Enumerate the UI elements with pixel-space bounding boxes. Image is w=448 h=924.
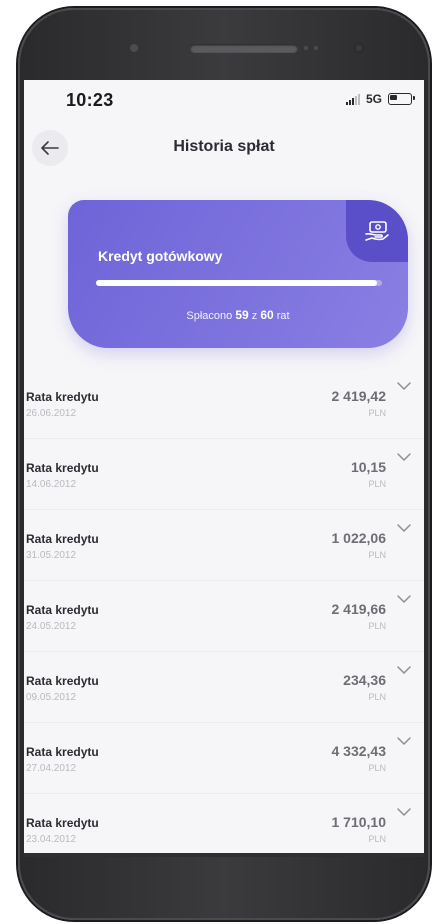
repayment-progress-text: Spłacono 59 z 60 rat — [186, 308, 290, 322]
network-type: 5G — [365, 92, 382, 106]
payment-title: Rata kredytu — [26, 390, 99, 404]
page-title: Historia spłat — [173, 138, 275, 155]
payment-date: 27.04.2012 — [26, 763, 77, 774]
earpiece-speaker — [190, 44, 298, 53]
payment-currency: PLN — [368, 621, 386, 631]
front-camera — [353, 42, 365, 54]
payment-currency: PLN — [368, 834, 386, 844]
payment-currency: PLN — [368, 479, 386, 489]
chevron-down-icon[interactable] — [396, 520, 412, 536]
payment-title: Rata kredytu — [26, 816, 99, 830]
payment-date: 26.06.2012 — [26, 408, 77, 419]
chevron-down-icon[interactable] — [396, 733, 412, 749]
payment-title: Rata kredytu — [26, 674, 99, 688]
app-screen: 10:23 5G Historia spłat Kredyt gotówkowy — [24, 80, 424, 853]
payment-amount: 1 022,06 — [331, 530, 387, 546]
payment-row[interactable]: Rata kredytu 26.06.2012 2 419,42 PLN — [24, 368, 424, 439]
payment-date: 09.05.2012 — [26, 692, 77, 703]
status-time: 10:23 — [66, 90, 114, 110]
payment-currency: PLN — [368, 692, 386, 702]
payment-row[interactable]: Rata kredytu 31.05.2012 1 022,06 PLN — [24, 510, 424, 581]
payment-row[interactable]: Rata kredytu 27.04.2012 4 332,43 PLN — [24, 723, 424, 794]
payment-amount: 2 419,66 — [331, 601, 387, 617]
payment-amount: 234,36 — [343, 672, 386, 688]
repayment-progress-fill — [96, 280, 378, 286]
payment-title: Rata kredytu — [26, 603, 99, 617]
loan-card[interactable]: Kredyt gotówkowy Spłacono 59 z 60 rat — [68, 200, 408, 348]
payment-currency: PLN — [368, 408, 386, 418]
payment-row[interactable]: Rata kredytu 23.04.2012 1 710,10 PLN — [24, 794, 424, 853]
payment-row[interactable]: Rata kredytu 09.05.2012 234,36 PLN — [24, 652, 424, 723]
payment-row[interactable]: Rata kredytu 14.06.2012 10,15 PLN — [24, 439, 424, 510]
payment-row[interactable]: Rata kredytu 24.05.2012 2 419,66 PLN — [24, 581, 424, 652]
status-bar: 10:23 5G — [24, 80, 424, 120]
battery-icon — [388, 93, 415, 105]
sensor-dot — [130, 44, 138, 52]
loan-name: Kredyt gotówkowy — [98, 248, 223, 264]
screen-bottom-edge — [24, 853, 424, 857]
chevron-down-icon[interactable] — [396, 804, 412, 820]
chevron-down-icon[interactable] — [396, 378, 412, 394]
payment-amount: 4 332,43 — [331, 743, 387, 759]
payment-date: 24.05.2012 — [26, 621, 77, 632]
signal-icon — [345, 93, 360, 105]
payment-title: Rata kredytu — [26, 745, 99, 759]
repayment-progress-bar — [96, 280, 382, 286]
payment-amount: 2 419,42 — [331, 388, 387, 404]
payment-title: Rata kredytu — [26, 532, 99, 546]
payment-date: 23.04.2012 — [26, 834, 77, 845]
payment-date: 31.05.2012 — [26, 550, 77, 561]
status-indicators: 5G — [345, 92, 415, 106]
payment-currency: PLN — [368, 550, 386, 560]
payment-amount: 1 710,10 — [331, 814, 387, 830]
payment-currency: PLN — [368, 763, 386, 773]
payment-title: Rata kredytu — [26, 461, 99, 475]
chevron-down-icon[interactable] — [396, 662, 412, 678]
chevron-down-icon[interactable] — [396, 591, 412, 607]
speaker-dots — [304, 46, 322, 50]
payment-date: 14.06.2012 — [26, 479, 77, 490]
chevron-down-icon[interactable] — [396, 449, 412, 465]
page-header: Historia spłat — [24, 130, 424, 166]
cash-hand-icon — [346, 200, 408, 262]
payments-list: Rata kredytu 26.06.2012 2 419,42 PLN Rata kr… — [24, 368, 424, 853]
payment-amount: 10,15 — [350, 459, 386, 475]
